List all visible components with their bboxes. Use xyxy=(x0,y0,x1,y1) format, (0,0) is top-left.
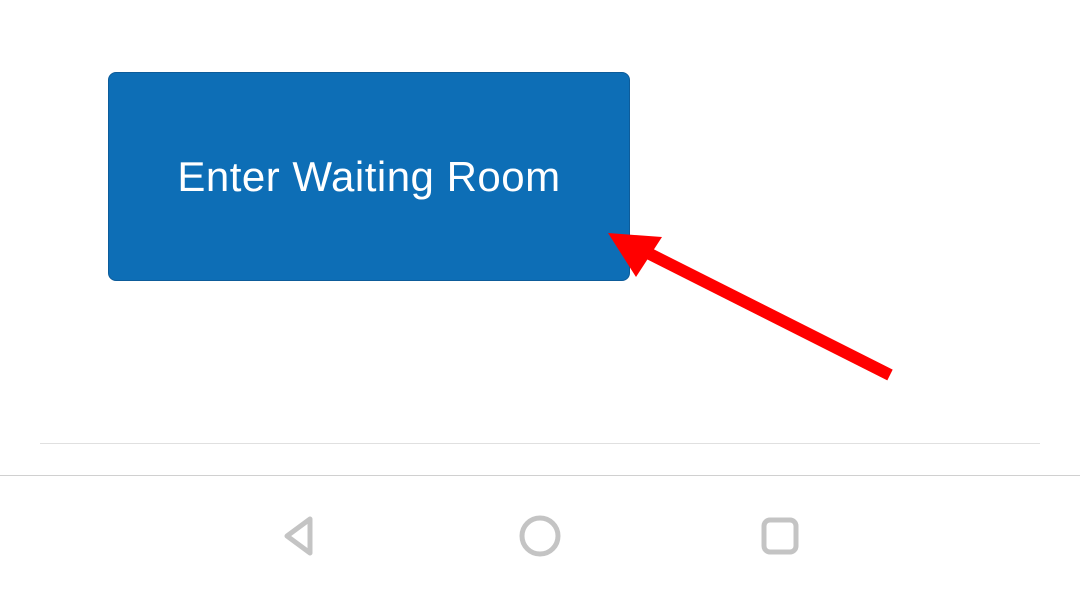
recent-button[interactable] xyxy=(755,511,805,565)
navigation-bar xyxy=(0,476,1080,600)
content-area: Enter Waiting Room xyxy=(0,0,1080,600)
back-icon xyxy=(275,511,325,565)
home-button[interactable] xyxy=(515,511,565,565)
back-button[interactable] xyxy=(275,511,325,565)
annotation-arrow xyxy=(600,225,900,389)
enter-button-label: Enter Waiting Room xyxy=(177,153,560,201)
content-divider xyxy=(40,443,1040,444)
enter-waiting-room-button[interactable]: Enter Waiting Room xyxy=(108,72,630,281)
home-icon xyxy=(515,511,565,565)
recent-icon xyxy=(755,511,805,565)
